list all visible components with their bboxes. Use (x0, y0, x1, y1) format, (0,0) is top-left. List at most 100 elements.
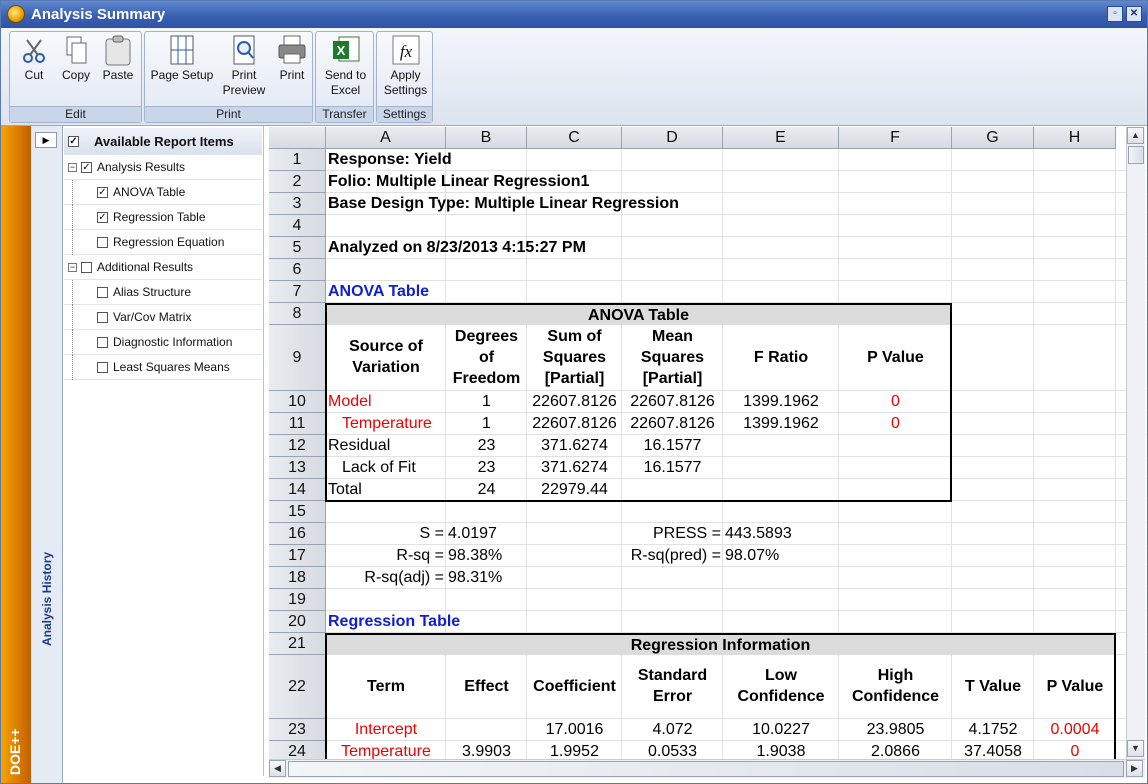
row-header[interactable]: 12 (269, 435, 326, 457)
anova-table-link[interactable]: ANOVA Table (328, 281, 525, 303)
row-header[interactable]: 11 (269, 413, 326, 435)
row-header[interactable]: 18 (269, 567, 326, 589)
row-header[interactable]: 4 (269, 215, 326, 237)
copy-button[interactable]: Copy (56, 34, 96, 83)
row-header[interactable]: 14 (269, 479, 326, 501)
collapse-toggle-icon[interactable]: − (68, 163, 77, 172)
apply-settings-button[interactable]: fx Apply Settings (378, 34, 433, 98)
copy-icon (61, 34, 91, 66)
item-checkbox[interactable] (97, 362, 108, 373)
item-checkbox[interactable] (97, 287, 108, 298)
vertical-scroll-thumb[interactable] (1128, 146, 1144, 164)
scroll-up-button[interactable]: ▲ (1127, 127, 1144, 144)
regression-cell: 23.9805 (866, 721, 925, 738)
item-checkbox[interactable] (81, 262, 92, 273)
print-button[interactable]: Print (273, 34, 311, 83)
tree-item[interactable]: Least Squares Means (64, 355, 262, 380)
anova-cell: 1399.1962 (743, 393, 819, 410)
scroll-down-button[interactable]: ▼ (1127, 740, 1144, 757)
column-header[interactable]: C (527, 127, 622, 149)
row-header[interactable]: 23 (269, 719, 326, 741)
horizontal-scrollbar[interactable]: ◀ ▶ (269, 759, 1145, 778)
close-button[interactable]: ✕ (1126, 6, 1142, 22)
report-spreadsheet[interactable]: A B C D E F G H 1 2 3 4 5 6 7 8 9 10 11 12 13 14 15 16 17 18 19 20 2… (269, 127, 1146, 759)
transfer-group: X Send to Excel Transfer (315, 31, 374, 123)
row-header[interactable]: 19 (269, 589, 326, 611)
column-header[interactable]: D (622, 127, 723, 149)
row-header[interactable]: 24 (269, 741, 326, 759)
anova-cell: 22607.8126 (532, 415, 617, 432)
collapse-toggle-icon[interactable]: − (68, 263, 77, 272)
brand-strip: DOE++ (1, 126, 31, 783)
column-header[interactable]: E (723, 127, 839, 149)
expand-panel-button[interactable]: ▶ (35, 132, 57, 148)
row-header[interactable]: 22 (269, 655, 326, 719)
tree-header[interactable]: ✓ Available Report Items (64, 128, 262, 155)
item-checkbox[interactable]: ✓ (81, 162, 92, 173)
column-header[interactable]: A (326, 127, 446, 149)
regression-cell: 2.0866 (871, 743, 920, 759)
row-header[interactable]: 3 (269, 193, 326, 215)
paste-button[interactable]: Paste (98, 34, 138, 83)
select-all-corner[interactable] (269, 127, 326, 149)
tree-item-label: Diagnostic Information (113, 335, 233, 349)
item-checkbox[interactable] (97, 237, 108, 248)
scissors-icon (19, 34, 49, 66)
row-header[interactable]: 17 (269, 545, 326, 567)
row-header[interactable]: 10 (269, 391, 326, 413)
page-setup-button[interactable]: Page Setup (147, 34, 217, 83)
rsq-pred-label: R-sq(pred) = (630, 547, 721, 564)
row-header[interactable]: 13 (269, 457, 326, 479)
header-checkbox[interactable]: ✓ (68, 136, 79, 147)
vertical-scrollbar[interactable]: ▲ ▼ (1126, 127, 1145, 759)
anova-cell: 22607.8126 (532, 393, 617, 410)
column-header[interactable]: B (446, 127, 527, 149)
item-checkbox[interactable]: ✓ (97, 187, 108, 198)
regression-column-header: High Confidence (851, 667, 940, 705)
send-to-excel-button[interactable]: X Send to Excel (318, 34, 373, 98)
anova-cell: 16.1577 (643, 437, 702, 454)
row-header[interactable]: 9 (269, 325, 326, 391)
item-checkbox[interactable] (97, 312, 108, 323)
column-header[interactable]: F (839, 127, 952, 149)
row-header[interactable]: 8 (269, 303, 326, 325)
s-value: 4.0197 (448, 525, 497, 542)
row-header[interactable]: 1 (269, 149, 326, 171)
tree-item[interactable]: − Additional Results (64, 255, 262, 280)
anova-cell: 0 (891, 415, 900, 432)
horizontal-scroll-thumb[interactable] (288, 761, 1124, 777)
row-header[interactable]: 21 (269, 633, 326, 655)
row-header[interactable]: 7 (269, 281, 326, 303)
scroll-right-button[interactable]: ▶ (1126, 760, 1143, 777)
row-header[interactable]: 2 (269, 171, 326, 193)
regression-table-link[interactable]: Regression Table (328, 611, 525, 633)
tree-item-label: Alias Structure (113, 285, 192, 299)
row-header[interactable]: 5 (269, 237, 326, 259)
restore-button[interactable]: ▫ (1107, 6, 1123, 22)
item-checkbox[interactable]: ✓ (97, 212, 108, 223)
cut-button[interactable]: Cut (14, 34, 54, 83)
response-label: Response: Yield (328, 151, 452, 168)
anova-cell: 23 (477, 459, 496, 476)
row-header[interactable]: 6 (269, 259, 326, 281)
tree-item[interactable]: Regression Equation (64, 230, 262, 255)
tree-item[interactable]: ✓ Regression Table (64, 205, 262, 230)
regression-cell: 1.9038 (756, 743, 806, 759)
analysis-history-panel[interactable]: ▶ Analysis History (31, 126, 63, 783)
row-header[interactable]: 20 (269, 611, 326, 633)
column-header[interactable]: H (1034, 127, 1116, 149)
tree-item[interactable]: − ✓ Analysis Results (64, 155, 262, 180)
tree-item[interactable]: Var/Cov Matrix (64, 305, 262, 330)
column-header[interactable]: G (952, 127, 1034, 149)
tree-item[interactable]: Diagnostic Information (64, 330, 262, 355)
item-checkbox[interactable] (97, 337, 108, 348)
tree-item[interactable]: Alias Structure (64, 280, 262, 305)
svg-text:X: X (336, 43, 345, 58)
row-header[interactable]: 15 (269, 501, 326, 523)
print-preview-button[interactable]: Print Preview (219, 34, 269, 98)
tree-item[interactable]: ✓ ANOVA Table (64, 180, 262, 205)
folio-label: Folio: Multiple Linear Regression1 (328, 173, 590, 190)
tree-connector-line (72, 230, 73, 255)
scroll-left-button[interactable]: ◀ (269, 760, 286, 777)
row-header[interactable]: 16 (269, 523, 326, 545)
